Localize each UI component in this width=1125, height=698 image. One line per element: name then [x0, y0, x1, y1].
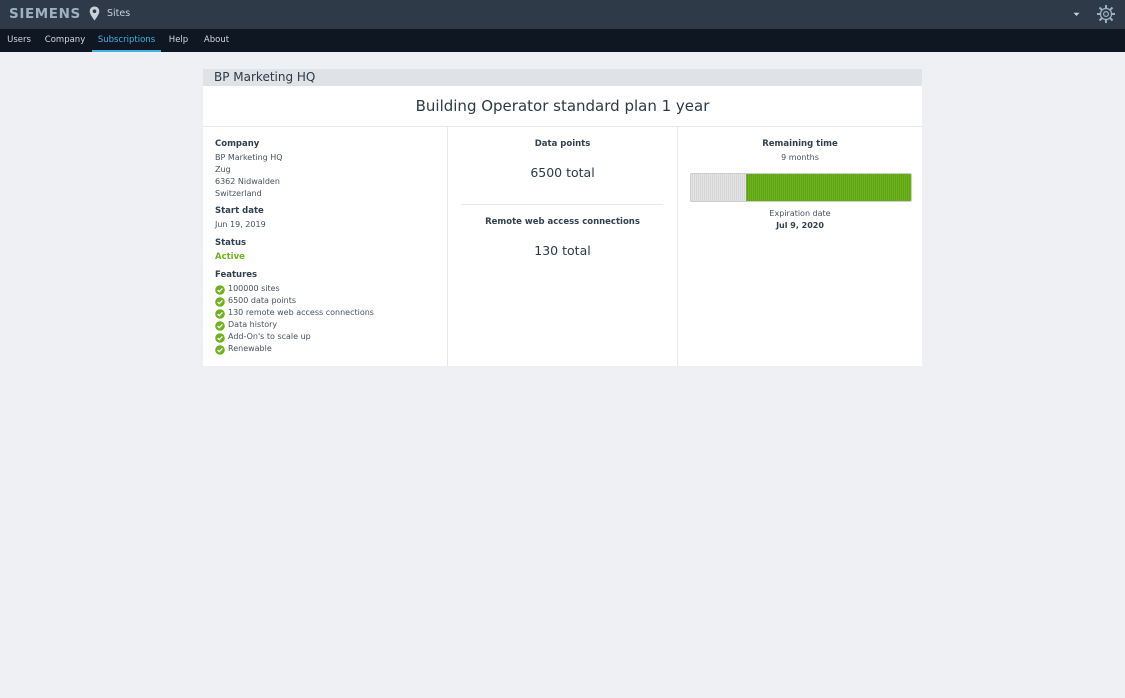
feature-text: Renewable: [228, 344, 272, 353]
check-circle-icon: [215, 309, 225, 319]
features-label: Features: [215, 270, 258, 280]
check-circle-icon: [215, 297, 225, 307]
tab-help[interactable]: Help: [161, 29, 196, 52]
remaining-time-bar: [690, 173, 912, 202]
feature-text: Add-On's to scale up: [228, 332, 311, 341]
data-points-value: 6500 total: [530, 165, 595, 180]
divider: [203, 126, 922, 127]
tab-subscriptions[interactable]: Subscriptions: [92, 29, 161, 52]
subscription-card: Building Operator standard plan 1 year C…: [203, 86, 922, 366]
expiration-date-value: Jul 9, 2020: [776, 221, 824, 230]
main-nav: Users Company Subscriptions Help About: [0, 29, 1125, 52]
feature-text: 130 remote web access connections: [228, 308, 374, 317]
company-name: BP Marketing HQ: [215, 153, 283, 162]
gear-icon[interactable]: [1097, 5, 1115, 23]
status-label: Status: [215, 238, 247, 248]
company-postal: 6362 Nidwalden: [215, 177, 280, 186]
divider: [461, 204, 663, 205]
data-points-label: Data points: [534, 139, 591, 149]
remaining-time-value: 9 months: [781, 153, 819, 162]
top-bar: SIEMENS Sites: [0, 0, 1125, 30]
check-circle-icon: [215, 345, 225, 355]
expiration-date-label: Expiration date: [769, 209, 831, 218]
feature-text: Data history: [228, 320, 278, 329]
check-circle-icon: [215, 333, 225, 343]
remaining-time-label: Remaining time: [762, 139, 838, 149]
feature-text: 6500 data points: [228, 296, 297, 305]
site-header: BP Marketing HQ: [203, 69, 922, 86]
site-name: BP Marketing HQ: [214, 70, 316, 84]
remaining-time-bar-fill: [746, 174, 911, 201]
column-divider: [677, 127, 678, 366]
plan-title: Building Operator standard plan 1 year: [415, 97, 710, 115]
tab-about[interactable]: About: [196, 29, 237, 52]
tab-users[interactable]: Users: [0, 29, 38, 52]
start-date-value: Jun 19, 2019: [215, 220, 266, 229]
status-badge: Active: [215, 252, 245, 262]
company-city: Zug: [215, 165, 231, 174]
remote-connections-label: Remote web access connections: [485, 217, 640, 227]
sites-selector[interactable]: Sites: [107, 8, 130, 19]
company-label: Company: [215, 139, 260, 149]
tab-company[interactable]: Company: [38, 29, 92, 52]
check-circle-icon: [215, 321, 225, 331]
remote-connections-value: 130 total: [534, 243, 591, 258]
siemens-logo[interactable]: SIEMENS: [9, 6, 81, 22]
check-circle-icon: [215, 285, 225, 295]
chevron-down-icon[interactable]: [1073, 12, 1080, 17]
company-country: Switzerland: [215, 189, 262, 198]
feature-text: 100000 sites: [228, 284, 280, 293]
map-pin-icon[interactable]: [89, 6, 100, 21]
start-date-label: Start date: [215, 206, 264, 216]
